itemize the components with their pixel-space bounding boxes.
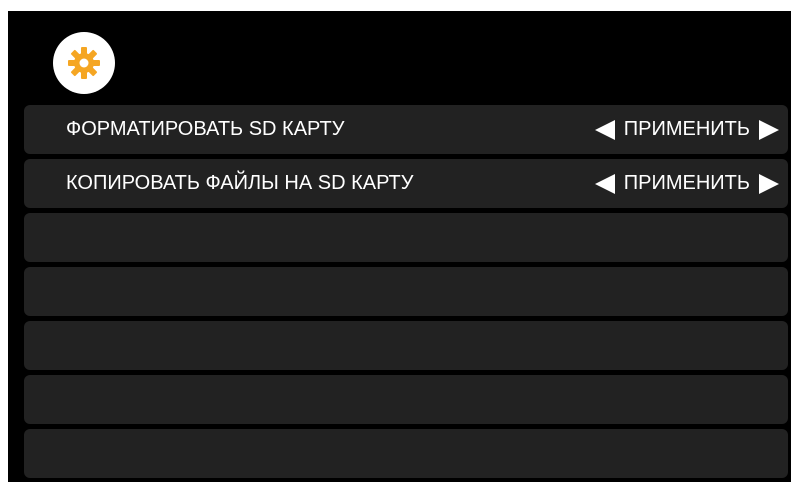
menu-row-label: ФОРМАТИРОВАТЬ SD КАРТУ [66, 118, 345, 140]
settings-badge[interactable] [53, 32, 115, 94]
arrow-right-icon[interactable] [758, 119, 780, 141]
gear-icon [67, 46, 101, 80]
apply-value[interactable]: ПРИМЕНИТЬ [624, 118, 750, 141]
arrow-left-icon[interactable] [594, 173, 616, 195]
menu-row-empty [24, 429, 788, 478]
menu-row-copy-to-sd[interactable]: КОПИРОВАТЬ ФАЙЛЫ НА SD КАРТУ ПРИМЕНИТЬ [24, 159, 788, 208]
apply-selector: ПРИМЕНИТЬ [594, 105, 780, 154]
menu-row-empty [24, 375, 788, 424]
arrow-left-icon[interactable] [594, 119, 616, 141]
menu-row-format-sd[interactable]: ФОРМАТИРОВАТЬ SD КАРТУ ПРИМЕНИТЬ [24, 105, 788, 154]
settings-list: ФОРМАТИРОВАТЬ SD КАРТУ ПРИМЕНИТЬ КОПИРОВ… [24, 105, 788, 483]
menu-row-empty [24, 213, 788, 262]
menu-row-empty [24, 267, 788, 316]
apply-value[interactable]: ПРИМЕНИТЬ [624, 172, 750, 195]
menu-row-empty [24, 321, 788, 370]
apply-selector: ПРИМЕНИТЬ [594, 159, 780, 208]
menu-row-label: КОПИРОВАТЬ ФАЙЛЫ НА SD КАРТУ [66, 172, 414, 194]
settings-screen: ФОРМАТИРОВАТЬ SD КАРТУ ПРИМЕНИТЬ КОПИРОВ… [8, 11, 791, 482]
arrow-right-icon[interactable] [758, 173, 780, 195]
